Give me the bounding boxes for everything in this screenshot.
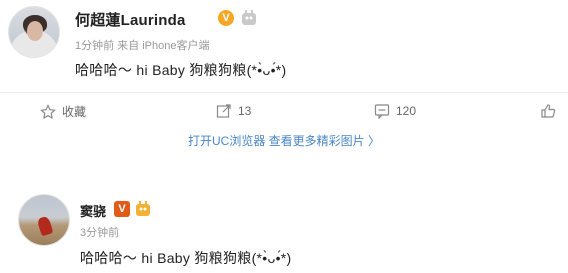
comment-icon [374,104,390,119]
star-icon [40,103,56,119]
share-icon [216,104,231,118]
post-meta: 3分钟前 [80,227,120,239]
user-avatar[interactable] [18,194,70,246]
weibo-post-1: 何超蓮Laurinda V 1分钟前 来自 iPhone客户端 哈哈哈～ hi … [0,0,568,88]
like-button[interactable] [540,103,562,119]
user-avatar[interactable] [8,6,60,58]
username[interactable]: 何超蓮Laurinda [75,9,186,30]
verified-badge-icon: V [218,10,234,26]
comment-count: 120 [396,104,417,118]
thumbs-up-icon [541,104,556,118]
retweet-count: 13 [238,104,252,118]
post-divider [0,158,568,182]
retweet-button[interactable]: 13 [216,103,251,119]
post-text: 哈哈哈～ hi Baby 狗粮狗粮(*•̀ᴗ•́*) [80,250,292,266]
avatar-figure [36,215,54,237]
verified-badge-icon: V [114,201,130,217]
member-badge-icon [242,10,256,25]
comment-button[interactable]: 120 [374,103,416,119]
post-text: 哈哈哈～ hi Baby 狗粮狗粮(*•̀ᴗ•́*) [75,62,287,78]
username[interactable]: 窦骁 [80,201,106,220]
open-uc-browser-link[interactable]: 打开UC浏览器 查看更多精彩图片 〉 [0,130,568,149]
favorite-label: 收藏 [62,105,87,119]
post-action-bar: 收藏 13 120 [0,92,568,130]
avatar-face [27,21,43,41]
post-meta: 1分钟前 来自 iPhone客户端 [75,40,210,52]
member-badge-icon [136,201,150,216]
favorite-button[interactable]: 收藏 [40,103,86,120]
weibo-post-2: 窦骁 V 3分钟前 哈哈哈～ hi Baby 狗粮狗粮(*•̀ᴗ•́*) [0,182,568,273]
